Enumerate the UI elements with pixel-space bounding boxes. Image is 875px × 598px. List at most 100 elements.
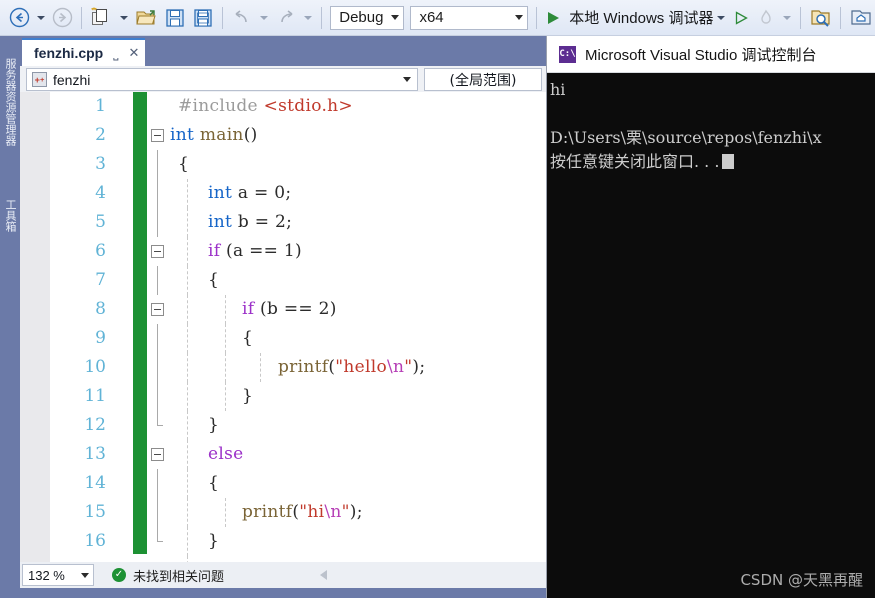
code-line[interactable]: 13 else (20, 440, 548, 469)
sidebar-item-toolbox[interactable]: 工具箱 (0, 184, 20, 246)
document-tab-fenzhi-cpp[interactable]: fenzhi.cpp ⎵ ✕ (22, 38, 146, 66)
console-title-bar[interactable]: C:\ Microsoft Visual Studio 调试控制台 (547, 36, 875, 73)
nav-back-dropdown-caret[interactable] (37, 15, 45, 20)
code-editor-surface[interactable]: 1 #include <stdio.h> 2 int main() 3 { 4 … (20, 92, 548, 598)
cpp-file-icon: + + (32, 72, 47, 87)
editor-panel: fenzhi.cpp ⎵ ✕ + + fenzhi (全局范围) 1 #inclu… (20, 36, 548, 598)
new-item-button[interactable] (87, 4, 116, 32)
undo-button[interactable] (228, 4, 256, 32)
play-icon (548, 11, 560, 24)
line-number: 5 (95, 212, 106, 232)
save-button[interactable] (161, 4, 189, 32)
sidebar-item-server-explorer[interactable]: 服务器资源管理器 (0, 42, 20, 162)
navigation-group (0, 0, 76, 35)
start-debug-button[interactable] (541, 4, 565, 32)
chevron-down-icon (514, 15, 523, 20)
new-item-dropdown-caret[interactable] (119, 15, 128, 20)
hot-reload-dropdown-caret[interactable] (783, 15, 792, 20)
code-line[interactable]: 14 { (20, 469, 548, 498)
home-folder-button[interactable] (846, 4, 875, 32)
zoom-level-value: 132 % (28, 567, 65, 583)
code-line[interactable]: 6 if (a == 1) (20, 237, 548, 266)
code-line[interactable]: 8 if (b == 2) (20, 295, 548, 324)
line-number: 7 (95, 270, 106, 290)
open-file-button[interactable] (132, 4, 161, 32)
member-combo[interactable]: (全局范围) (424, 68, 542, 91)
save-all-icon (194, 8, 212, 27)
toolbar-separator-6 (840, 6, 841, 29)
zoom-level-combo[interactable]: 132 % (22, 564, 94, 586)
hot-reload-button[interactable] (753, 4, 779, 32)
console-output-prompt: 按任意键关闭此窗口. . . (550, 152, 720, 171)
line-number: 15 (84, 502, 106, 522)
code-line[interactable]: 9 { (20, 324, 548, 353)
pin-icon[interactable]: ⎵ (113, 45, 118, 61)
fold-toggle-if-inner[interactable] (151, 303, 164, 316)
console-output-path: D:\Users\栗\source\repos\fenzhi\x (550, 128, 822, 147)
scope-combo[interactable]: + + fenzhi (26, 68, 418, 91)
console-cursor (722, 154, 735, 169)
code-line[interactable]: 16 } (20, 527, 548, 556)
bottom-accent-strip (0, 588, 548, 598)
check-circle-icon: ✓ (112, 568, 126, 582)
line-number: 10 (84, 357, 106, 377)
editor-status-bar: 132 % ✓ 未找到相关问题 (20, 562, 548, 588)
platform-combo[interactable]: x64 (410, 5, 528, 30)
console-output[interactable]: hi D:\Users\栗\source\repos\fenzhi\x 按任意键… (547, 74, 875, 598)
start-debug-dropdown-caret[interactable] (717, 15, 726, 20)
console-output-line-1: hi (550, 80, 566, 99)
code-line[interactable]: 11 } (20, 382, 548, 411)
line-number: 3 (95, 154, 106, 174)
debug-group: 本地 Windows 调试器 (541, 0, 795, 35)
code-lines: 1 #include <stdio.h> 2 int main() 3 { 4 … (20, 92, 548, 598)
forward-arrow-icon (52, 7, 73, 28)
line-number: 11 (84, 386, 106, 406)
code-line[interactable]: 12 } (20, 411, 548, 440)
save-all-button[interactable] (189, 4, 217, 32)
code-line[interactable]: 3 { (20, 150, 548, 179)
attach-button[interactable] (729, 4, 753, 32)
close-icon[interactable]: ✕ (128, 45, 139, 61)
platform-value: x64 (419, 9, 444, 26)
code-line[interactable]: 7 { (20, 266, 548, 295)
undo-redo-group (228, 0, 316, 35)
toolbar-separator-1 (81, 6, 82, 29)
find-in-files-button[interactable] (806, 4, 835, 32)
configuration-combo[interactable]: Debug (330, 5, 405, 30)
code-line[interactable]: 10 printf("hello\n"); (20, 353, 548, 382)
chevron-down-icon (403, 77, 411, 82)
line-number: 6 (95, 241, 106, 261)
new-item-icon (90, 7, 107, 25)
redo-button[interactable] (272, 4, 300, 32)
chevron-down-icon (391, 15, 400, 20)
line-number: 12 (84, 415, 106, 435)
code-line[interactable]: 5 int b = 2; (20, 208, 548, 237)
line-number: 1 (95, 96, 106, 116)
document-tab-row: fenzhi.cpp ⎵ ✕ (20, 36, 548, 66)
status-message: 未找到相关问题 (133, 569, 225, 585)
code-line[interactable]: 4 int a = 0; (20, 179, 548, 208)
debug-console-window: C:\ Microsoft Visual Studio 调试控制台 hi D:\… (546, 36, 875, 598)
undo-icon (235, 9, 247, 22)
code-line[interactable]: 15 printf("hi\n"); (20, 498, 548, 527)
hot-reload-icon (761, 9, 772, 24)
scroll-left-arrow-icon[interactable] (320, 570, 328, 580)
console-title-label: Microsoft Visual Studio 调试控制台 (585, 46, 817, 64)
fold-toggle-main[interactable] (151, 129, 164, 142)
code-line[interactable]: 2 int main() (20, 121, 548, 150)
code-line[interactable]: 1 #include <stdio.h> (20, 92, 548, 121)
nav-back-button[interactable] (6, 4, 33, 32)
line-number: 16 (84, 531, 106, 551)
nav-forward-button[interactable] (49, 4, 76, 32)
navigation-bar: + + fenzhi (全局范围) (20, 66, 548, 92)
home-folder-icon (851, 10, 871, 25)
redo-dropdown-caret[interactable] (303, 15, 312, 20)
member-combo-value: (全局范围) (449, 72, 517, 89)
undo-dropdown-caret[interactable] (259, 15, 268, 20)
line-number: 13 (84, 444, 106, 464)
line-number: 4 (95, 183, 106, 203)
fold-toggle-else[interactable] (151, 448, 164, 461)
fold-toggle-if-outer[interactable] (151, 245, 164, 258)
left-tool-strip: 服务器资源管理器 工具箱 (0, 36, 20, 598)
save-icon (166, 8, 184, 27)
